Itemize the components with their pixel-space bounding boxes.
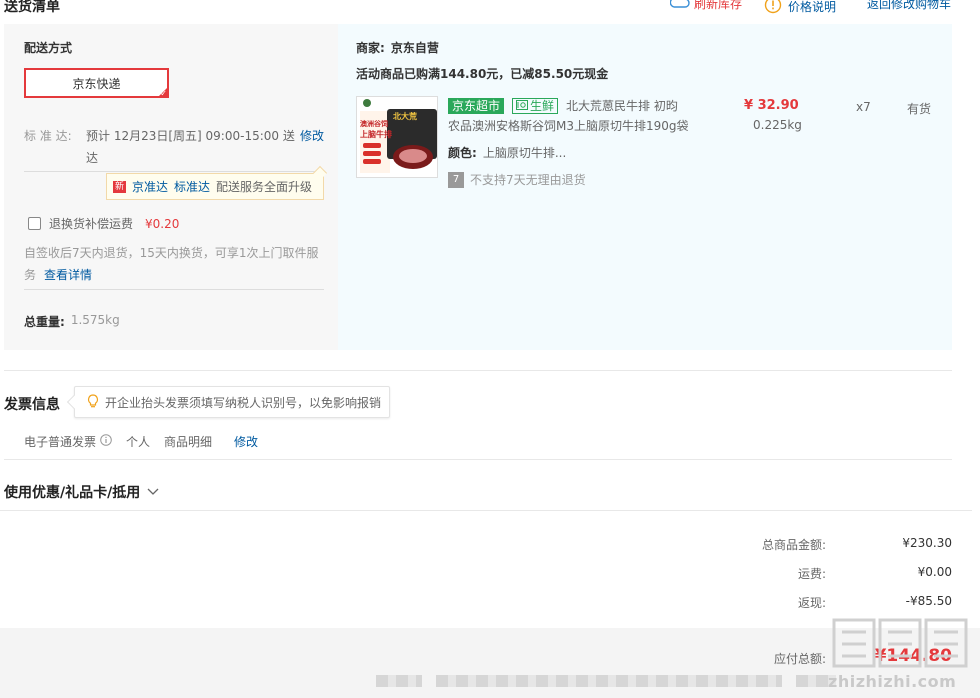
merchant-row: 商家: 京东自营 bbox=[356, 39, 439, 56]
total-weight-row: 总重量: 1.575kg bbox=[24, 313, 120, 330]
info-icon[interactable] bbox=[100, 434, 112, 449]
shipping-fee-value: ¥0.00 bbox=[917, 565, 952, 579]
cloud-refresh-icon bbox=[669, 0, 690, 12]
divider bbox=[4, 370, 952, 371]
chevron-down-icon bbox=[146, 485, 160, 499]
total-weight-value: 1.575kg bbox=[70, 313, 120, 327]
invoice-type: 电子普通发票 bbox=[24, 433, 112, 450]
site-watermark-text: zhizhizhi.com bbox=[828, 672, 957, 691]
bzd-link[interactable]: 标准达 bbox=[174, 178, 210, 195]
jd-supermarket-badge: 京东超市 bbox=[448, 97, 505, 114]
price-note-label: 价格说明 bbox=[788, 0, 837, 14]
product-title-cont[interactable]: 农品澳洲安格斯谷饲M3上脑原切牛排190g袋 bbox=[448, 117, 689, 134]
product-price: ¥ 32.90 bbox=[744, 98, 799, 113]
thumb-side-text: 澳洲谷饲 bbox=[360, 120, 388, 128]
merchant-label: 商家: bbox=[356, 41, 385, 55]
shipping-fee-label: 运费: bbox=[797, 567, 826, 581]
jzd-link[interactable]: 京准达 bbox=[132, 178, 168, 195]
refresh-stock-link[interactable]: 刷新库存 bbox=[669, 0, 743, 12]
product-qty: x7 bbox=[856, 100, 871, 114]
thumb-top-text: 北大荒 bbox=[393, 112, 417, 121]
no-return-text: 不支持7天无理由退货 bbox=[470, 173, 586, 187]
product-title[interactable]: 北大荒蒽民牛排 初昀 bbox=[566, 97, 678, 114]
goods-total-value: ¥230.30 bbox=[902, 536, 952, 550]
promo-text: 活动商品已购满144.80元，已减85.50元现金 bbox=[356, 67, 609, 81]
fresh-icon bbox=[516, 99, 529, 113]
merchant-name: 京东自营 bbox=[390, 41, 439, 55]
warning-circle-icon bbox=[764, 0, 782, 17]
blurred-address bbox=[376, 675, 422, 687]
invoice-tip-text: 开企业抬头发票须填写纳税人识别号，以免影响报销 bbox=[105, 395, 382, 410]
tip-text: 配送服务全面升级 bbox=[216, 180, 313, 194]
product-weight: 0.225kg bbox=[753, 118, 802, 132]
seven-day-icon: 7 bbox=[448, 171, 464, 188]
rebate-label: 返现: bbox=[797, 596, 826, 610]
section-title-delivery: 送货清单 bbox=[4, 0, 60, 15]
product-title-row: 京东超市 生鲜 北大荒蒽民牛排 初昀 bbox=[448, 97, 678, 114]
divider bbox=[4, 459, 952, 460]
eta-modify-link[interactable]: 修改 bbox=[300, 127, 324, 144]
invoice-person: 个人 bbox=[126, 435, 151, 449]
delivery-upgrade-tip: 新 京准达 标准达 配送服务全面升级 bbox=[106, 165, 328, 200]
color-label: 颜色: bbox=[448, 146, 477, 160]
color-value: 上脑原切牛排... bbox=[482, 146, 567, 160]
fresh-badge: 生鲜 bbox=[512, 97, 559, 114]
back-to-cart-link[interactable]: 返回修改购物车 bbox=[867, 0, 951, 12]
return-freight-price: ¥0.20 bbox=[145, 216, 180, 231]
shipping-option-jd-express[interactable]: 京东快递 ✓ bbox=[24, 68, 169, 98]
rebate-value: -¥85.50 bbox=[905, 594, 952, 608]
check-icon: ✓ bbox=[160, 89, 167, 98]
return-policy-text: 自签收后7天内退货，15天内换货，可享1次上门取件服 bbox=[24, 246, 319, 260]
return-freight-option[interactable]: 退换货补偿运费 ¥0.20 bbox=[28, 215, 179, 232]
tip-arrow bbox=[66, 394, 82, 410]
invoice-content: 商品明细 bbox=[164, 435, 213, 449]
return-freight-label: 退换货补偿运费 bbox=[49, 217, 134, 231]
stock-status: 有货 bbox=[907, 102, 932, 116]
divider bbox=[24, 171, 324, 172]
invoice-tip: 开企业抬头发票须填写纳税人识别号，以免影响报销 bbox=[66, 386, 390, 418]
total-weight-label: 总重量: bbox=[24, 315, 65, 329]
invoice-modify-link[interactable]: 修改 bbox=[234, 433, 258, 450]
return-policy-text-cont: 务 bbox=[24, 268, 37, 282]
goods-total-label: 总商品金额: bbox=[761, 538, 826, 552]
fresh-badge-label: 生鲜 bbox=[530, 98, 555, 113]
divider bbox=[0, 510, 972, 511]
new-badge: 新 bbox=[113, 180, 127, 193]
eta-label: 标 准 达: bbox=[24, 129, 72, 143]
no-return-row: 7 不支持7天无理由退货 bbox=[448, 171, 586, 188]
product-thumbnail[interactable]: 澳洲谷饲 上脑牛排 北大荒 bbox=[356, 96, 438, 178]
eta-time-cont: 达 bbox=[86, 151, 99, 165]
shipping-option-label: 京东快递 bbox=[72, 76, 121, 91]
coupon-toggle[interactable]: 使用优惠/礼品卡/抵用 bbox=[4, 482, 160, 502]
return-freight-checkbox[interactable] bbox=[28, 217, 41, 230]
invoice-type-label: 电子普通发票 bbox=[24, 435, 97, 449]
thumb-main-text: 上脑牛排 bbox=[360, 130, 392, 139]
product-color-row: 颜色: 上脑原切牛排... bbox=[448, 144, 566, 161]
shipping-method-label: 配送方式 bbox=[24, 41, 73, 55]
blurred-address bbox=[436, 675, 782, 687]
price-note-link[interactable]: 价格说明 bbox=[764, 0, 836, 17]
pay-total-label: 应付总额: bbox=[773, 652, 826, 666]
site-watermark-logo bbox=[830, 614, 972, 672]
invoice-detail-row: 电子普通发票 个人 商品明细 修改 bbox=[24, 433, 258, 450]
view-details-link[interactable]: 查看详情 bbox=[44, 266, 92, 283]
refresh-stock-label: 刷新库存 bbox=[694, 0, 743, 11]
return-policy-row: 务 查看详情 bbox=[24, 266, 92, 283]
divider bbox=[24, 289, 324, 290]
coupon-title: 使用优惠/礼品卡/抵用 bbox=[4, 485, 141, 501]
eta-time: 预计 12月23日[周五] 09:00-15:00 送 bbox=[86, 129, 295, 143]
invoice-title: 发票信息 bbox=[4, 397, 60, 413]
lightbulb-icon bbox=[87, 393, 99, 411]
